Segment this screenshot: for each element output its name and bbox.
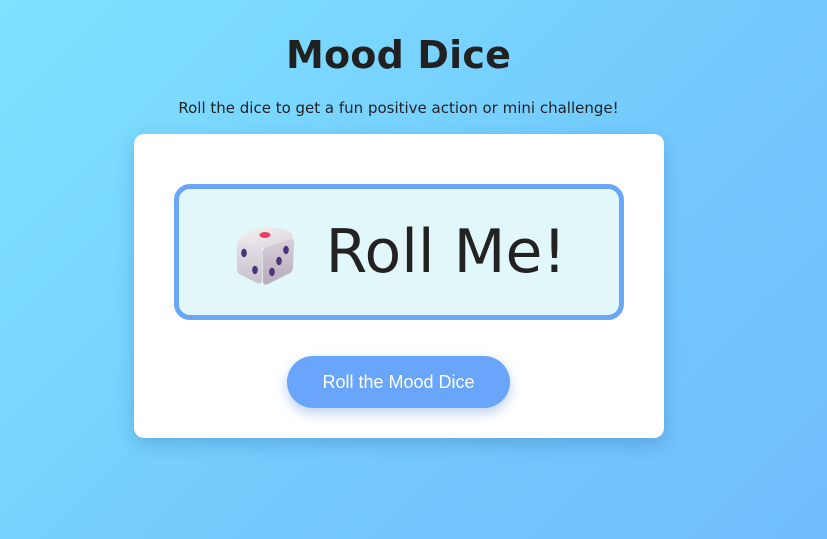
page-title: Mood Dice: [285, 33, 512, 77]
dice-icon: [232, 221, 298, 287]
dice-card: Roll Me! Roll the Mood Dice: [134, 134, 664, 438]
page-subtitle: Roll the dice to get a fun positive acti…: [178, 99, 619, 117]
result-text: Roll Me!: [325, 217, 567, 287]
result-display: Roll Me!: [174, 184, 624, 320]
roll-dice-button[interactable]: Roll the Mood Dice: [287, 356, 510, 408]
